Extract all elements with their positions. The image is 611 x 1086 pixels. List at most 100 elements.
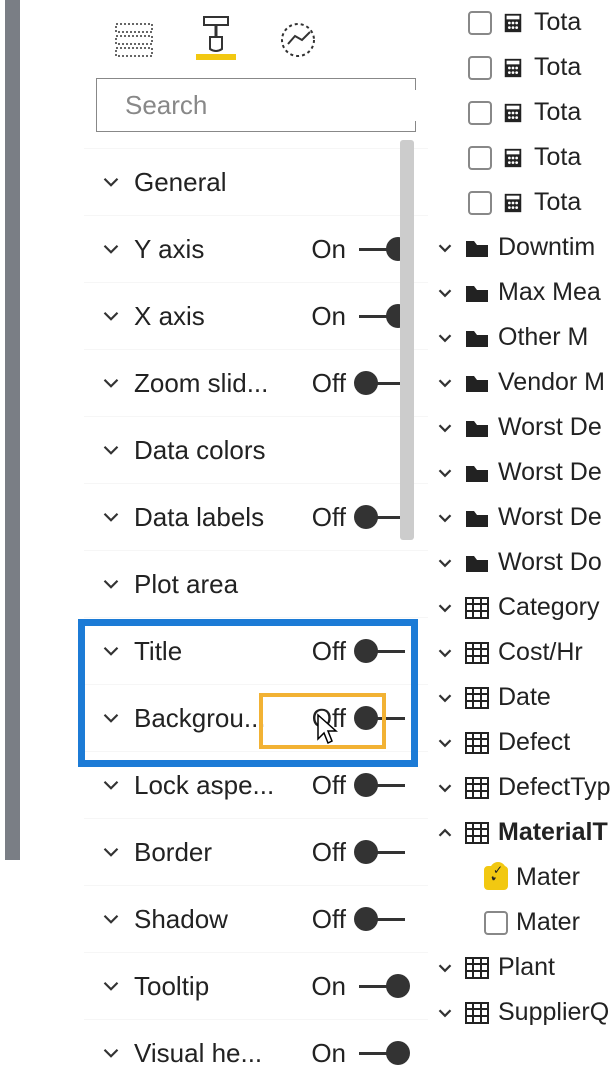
scrollbar[interactable]	[400, 140, 414, 540]
chevron-down-icon	[434, 957, 456, 979]
toggle[interactable]: Off	[312, 368, 410, 399]
field-checkbox[interactable]	[468, 11, 492, 35]
toggle-label: On	[311, 1038, 346, 1069]
toggle[interactable]: On	[311, 1038, 410, 1069]
toggle[interactable]: Off	[312, 904, 410, 935]
chevron-down-icon	[98, 839, 124, 865]
folder-icon	[464, 282, 490, 304]
table-icon	[464, 777, 490, 799]
field-table[interactable]: DefectTyp	[428, 765, 611, 810]
toggle[interactable]: On	[311, 301, 410, 332]
chevron-down-icon	[434, 642, 456, 664]
field-folder[interactable]: Worst De	[428, 405, 611, 450]
field-measure[interactable]: Tota	[428, 0, 611, 45]
field-label: Worst De	[498, 503, 602, 532]
option-label: Title	[134, 636, 312, 667]
toggle[interactable]: On	[311, 234, 410, 265]
chevron-down-icon	[98, 705, 124, 731]
format-option-row[interactable]: Backgrou... Off	[84, 684, 428, 751]
chevron-down-icon	[434, 552, 456, 574]
field-column[interactable]: Mater	[428, 855, 611, 900]
fields-pane: TotaTotaTotaTotaTotaDowntimMax MeaOther …	[428, 0, 611, 1080]
folder-icon	[464, 552, 490, 574]
format-option-row[interactable]: Tooltip On	[84, 952, 428, 1019]
toggle[interactable]: Off	[312, 502, 410, 533]
format-tab-icon[interactable]	[196, 20, 236, 60]
selected-badge-icon: ✓	[490, 862, 506, 878]
field-folder[interactable]: Downtim	[428, 225, 611, 270]
field-measure[interactable]: Tota	[428, 90, 611, 135]
field-label: Tota	[534, 8, 581, 37]
field-label: MaterialT	[498, 818, 608, 847]
toggle[interactable]: Off	[312, 636, 410, 667]
calculator-icon	[500, 57, 526, 79]
chevron-up-icon	[434, 822, 456, 844]
field-checkbox[interactable]	[468, 191, 492, 215]
format-option-row[interactable]: General	[84, 148, 428, 215]
field-table[interactable]: Plant	[428, 945, 611, 990]
field-table[interactable]: Defect	[428, 720, 611, 765]
field-table-expanded[interactable]: MaterialT	[428, 810, 611, 855]
analytics-tab-icon[interactable]	[278, 20, 318, 60]
canvas-edge	[5, 0, 20, 860]
field-folder[interactable]: Vendor M	[428, 360, 611, 405]
option-label: Data labels	[134, 502, 312, 533]
field-measure[interactable]: Tota	[428, 180, 611, 225]
table-icon	[464, 1002, 490, 1024]
chevron-down-icon	[434, 507, 456, 529]
format-option-row[interactable]: Plot area	[84, 550, 428, 617]
option-label: Zoom slid...	[134, 368, 312, 399]
search-input[interactable]	[125, 90, 460, 121]
folder-icon	[464, 372, 490, 394]
field-folder[interactable]: Worst De	[428, 495, 611, 540]
toggle[interactable]: On	[311, 971, 410, 1002]
chevron-down-icon	[98, 169, 124, 195]
field-folder[interactable]: Worst De	[428, 450, 611, 495]
format-option-row[interactable]: Shadow Off	[84, 885, 428, 952]
field-folder[interactable]: Worst Do	[428, 540, 611, 585]
format-option-row[interactable]: Y axis On	[84, 215, 428, 282]
calculator-icon	[500, 147, 526, 169]
format-option-row[interactable]: Data labels Off	[84, 483, 428, 550]
field-column[interactable]: Mater	[428, 900, 611, 945]
format-option-row[interactable]: Visual he... On	[84, 1019, 428, 1086]
field-table[interactable]: SupplierQ	[428, 990, 611, 1035]
format-option-row[interactable]: Zoom slid... Off	[84, 349, 428, 416]
field-table[interactable]: Date	[428, 675, 611, 720]
format-option-row[interactable]: Data colors	[84, 416, 428, 483]
field-folder[interactable]: Other M	[428, 315, 611, 360]
field-measure[interactable]: Tota	[428, 45, 611, 90]
search-box[interactable]	[96, 78, 416, 132]
option-label: Y axis	[134, 234, 311, 265]
field-label: Defect	[498, 728, 570, 757]
field-checkbox[interactable]	[468, 101, 492, 125]
field-table[interactable]: Cost/Hr	[428, 630, 611, 675]
field-checkbox[interactable]	[468, 56, 492, 80]
chevron-down-icon	[98, 303, 124, 329]
option-label: Lock aspe...	[134, 770, 312, 801]
toggle-label: Off	[312, 770, 346, 801]
field-label: Category	[498, 593, 599, 622]
format-option-row[interactable]: X axis On	[84, 282, 428, 349]
toggle-label: Off	[312, 703, 346, 734]
field-measure[interactable]: Tota	[428, 135, 611, 180]
toggle-label: On	[311, 971, 346, 1002]
chevron-down-icon	[434, 327, 456, 349]
field-label: Max Mea	[498, 278, 601, 307]
field-checkbox[interactable]	[468, 146, 492, 170]
calculator-icon	[500, 192, 526, 214]
format-option-row[interactable]: Lock aspe... Off	[84, 751, 428, 818]
toggle[interactable]: Off	[312, 770, 410, 801]
field-label: Downtim	[498, 233, 595, 262]
field-checkbox[interactable]	[484, 911, 508, 935]
field-folder[interactable]: Max Mea	[428, 270, 611, 315]
fields-tab-icon[interactable]	[114, 20, 154, 60]
toggle[interactable]: Off	[312, 837, 410, 868]
toggle[interactable]: Off	[312, 703, 410, 734]
field-label: Worst Do	[498, 548, 602, 577]
format-option-row[interactable]: Border Off	[84, 818, 428, 885]
chevron-down-icon	[434, 462, 456, 484]
field-table[interactable]: Category	[428, 585, 611, 630]
format-option-row[interactable]: Title Off	[84, 617, 428, 684]
format-options-list: GeneralY axis On X axis On Zoom slid... …	[84, 148, 428, 1086]
